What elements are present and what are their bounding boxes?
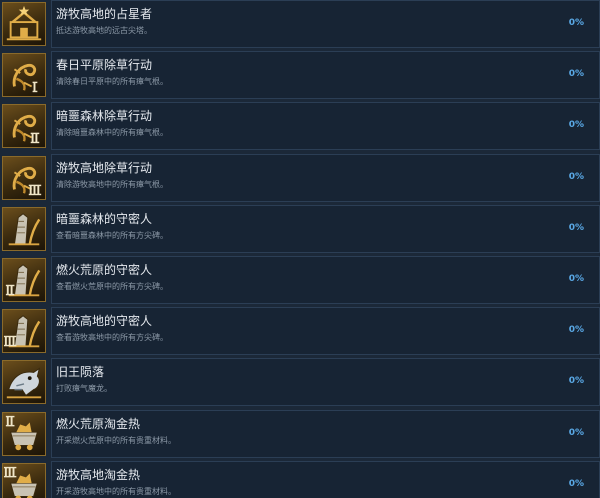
- achievement-panel: 燃火荒原的守密人查看燃火荒原中的所有方尖碑。 0%: [51, 256, 600, 304]
- achievement-percent: 0%: [568, 171, 584, 182]
- achievement-description: 查看游牧高地中的所有方尖碑。: [56, 333, 168, 343]
- achievement-description: 清除暗噩森林中的所有瘴气根。: [56, 128, 168, 138]
- obelisk-tier-2-icon: [2, 258, 46, 302]
- achievement-percent: 0%: [568, 120, 584, 131]
- achievement-percent: 0%: [568, 376, 584, 387]
- achievement-panel: 暗噩森林除草行动清除暗噩森林中的所有瘴气根。 0%: [51, 102, 600, 151]
- achievement-description: 清除游牧高地中的所有瘴气根。: [56, 179, 168, 189]
- achievement-list: 游牧高地的占星者 抵达游牧高地的远古尖塔。 0% 春日平原除草行动 清除春日平原中的所有…: [0, 0, 600, 498]
- mine-cart-tier-3-icon: [2, 462, 46, 498]
- obelisk-tier-3-icon: [2, 309, 46, 354]
- achievement-percent: 0%: [568, 478, 584, 489]
- achievement-row[interactable]: 游牧高地除草行动清除游牧高地中的所有瘴气根。 0%: [0, 153, 600, 205]
- root-tier-3-icon: [2, 155, 46, 200]
- achievement-title: 暗噩森林除草行动: [56, 109, 153, 124]
- achievement-panel: 暗噩森林的守密人查看暗噩森林中的所有方尖碑。 0%: [51, 204, 600, 253]
- achievement-row[interactable]: 春日平原除草行动清除春日平原中的所有瘴气根。 0%: [0, 51, 600, 102]
- mine-cart-tier-2-icon: [2, 411, 46, 456]
- achievement-percent: 0%: [568, 427, 584, 438]
- achievement-description: 抵达游牧高地的远古尖塔。: [56, 26, 152, 35]
- achievement-row[interactable]: 暗噩森林除草行动清除暗噩森林中的所有瘴气根。 0%: [0, 102, 600, 153]
- achievement-panel: 游牧高地除草行动清除游牧高地中的所有瘴气根。 0%: [51, 153, 600, 202]
- achievement-panel: 游牧高地淘金热开采游牧高地中的所有贵重材料。 0%: [51, 460, 600, 498]
- achievement-description: 开采燃火荒原中的所有贵重材料。: [56, 435, 176, 445]
- achievement-panel: 游牧高地的占星者抵达游牧高地的远古尖塔。 0%: [51, 0, 600, 48]
- achievement-percent: 0%: [568, 18, 584, 28]
- achievement-title: 暗噩森林的守密人: [56, 211, 153, 226]
- root-tier-1-icon: [2, 53, 46, 98]
- achievement-title: 燃火荒原的守密人: [56, 263, 153, 277]
- achievement-row[interactable]: 燃火荒原淘金热开采燃火荒原中的所有贵重材料。 0%: [0, 409, 600, 461]
- achievement-panel: 燃火荒原淘金热开采燃火荒原中的所有贵重材料。 0%: [51, 409, 600, 458]
- achievement-description: 查看暗噩森林中的所有方尖碑。: [56, 230, 168, 240]
- achievement-title: 游牧高地除草行动: [56, 160, 153, 175]
- achievement-row[interactable]: 游牧高地淘金热开采游牧高地中的所有贵重材料。 0%: [0, 460, 600, 498]
- achievement-title: 游牧高地淘金热: [56, 467, 141, 482]
- dragon-head-icon: [2, 360, 46, 405]
- achievement-row[interactable]: 游牧高地的占星者抵达游牧高地的远古尖塔。 0%: [0, 0, 600, 51]
- achievement-title: 游牧高地的占星者: [56, 7, 153, 21]
- achievement-percent: 0%: [568, 325, 584, 336]
- achievement-row[interactable]: 燃火荒原的守密人查看燃火荒原中的所有方尖碑。 0%: [0, 256, 600, 307]
- achievement-percent: 0%: [568, 274, 584, 284]
- achievement-row[interactable]: 游牧高地的守密人查看游牧高地中的所有方尖碑。 0%: [0, 307, 600, 358]
- achievement-row[interactable]: 旧王陨落打败瘴气魔龙。 0%: [0, 358, 600, 409]
- achievement-description: 开采游牧高地中的所有贵重材料。: [56, 486, 176, 496]
- achievement-panel: 春日平原除草行动清除春日平原中的所有瘴气根。 0%: [51, 51, 600, 100]
- achievement-title: 春日平原除草行动: [56, 58, 153, 73]
- achievement-title: 游牧高地的守密人: [56, 314, 153, 329]
- achievement-description: 清除春日平原中的所有瘴气根。: [56, 77, 168, 87]
- root-tier-2-icon: [2, 104, 46, 149]
- achievement-description: 打败瘴气魔龙。: [56, 384, 112, 394]
- achievement-title: 旧王陨落: [56, 365, 105, 380]
- achievement-description: 查看燃火荒原中的所有方尖碑。: [56, 282, 168, 291]
- achievement-title: 燃火荒原淘金热: [56, 416, 141, 431]
- obelisk-tier-1-icon: [2, 206, 46, 251]
- achievement-panel: 旧王陨落打败瘴气魔龙。 0%: [51, 358, 600, 407]
- achievement-panel: 游牧高地的守密人查看游牧高地中的所有方尖碑。 0%: [51, 307, 600, 356]
- achievement-percent: 0%: [568, 69, 584, 80]
- achievement-row[interactable]: 暗噩森林的守密人查看暗噩森林中的所有方尖碑。 0%: [0, 204, 600, 256]
- achievement-percent: 0%: [568, 222, 584, 233]
- star-tower-icon: [2, 2, 46, 46]
